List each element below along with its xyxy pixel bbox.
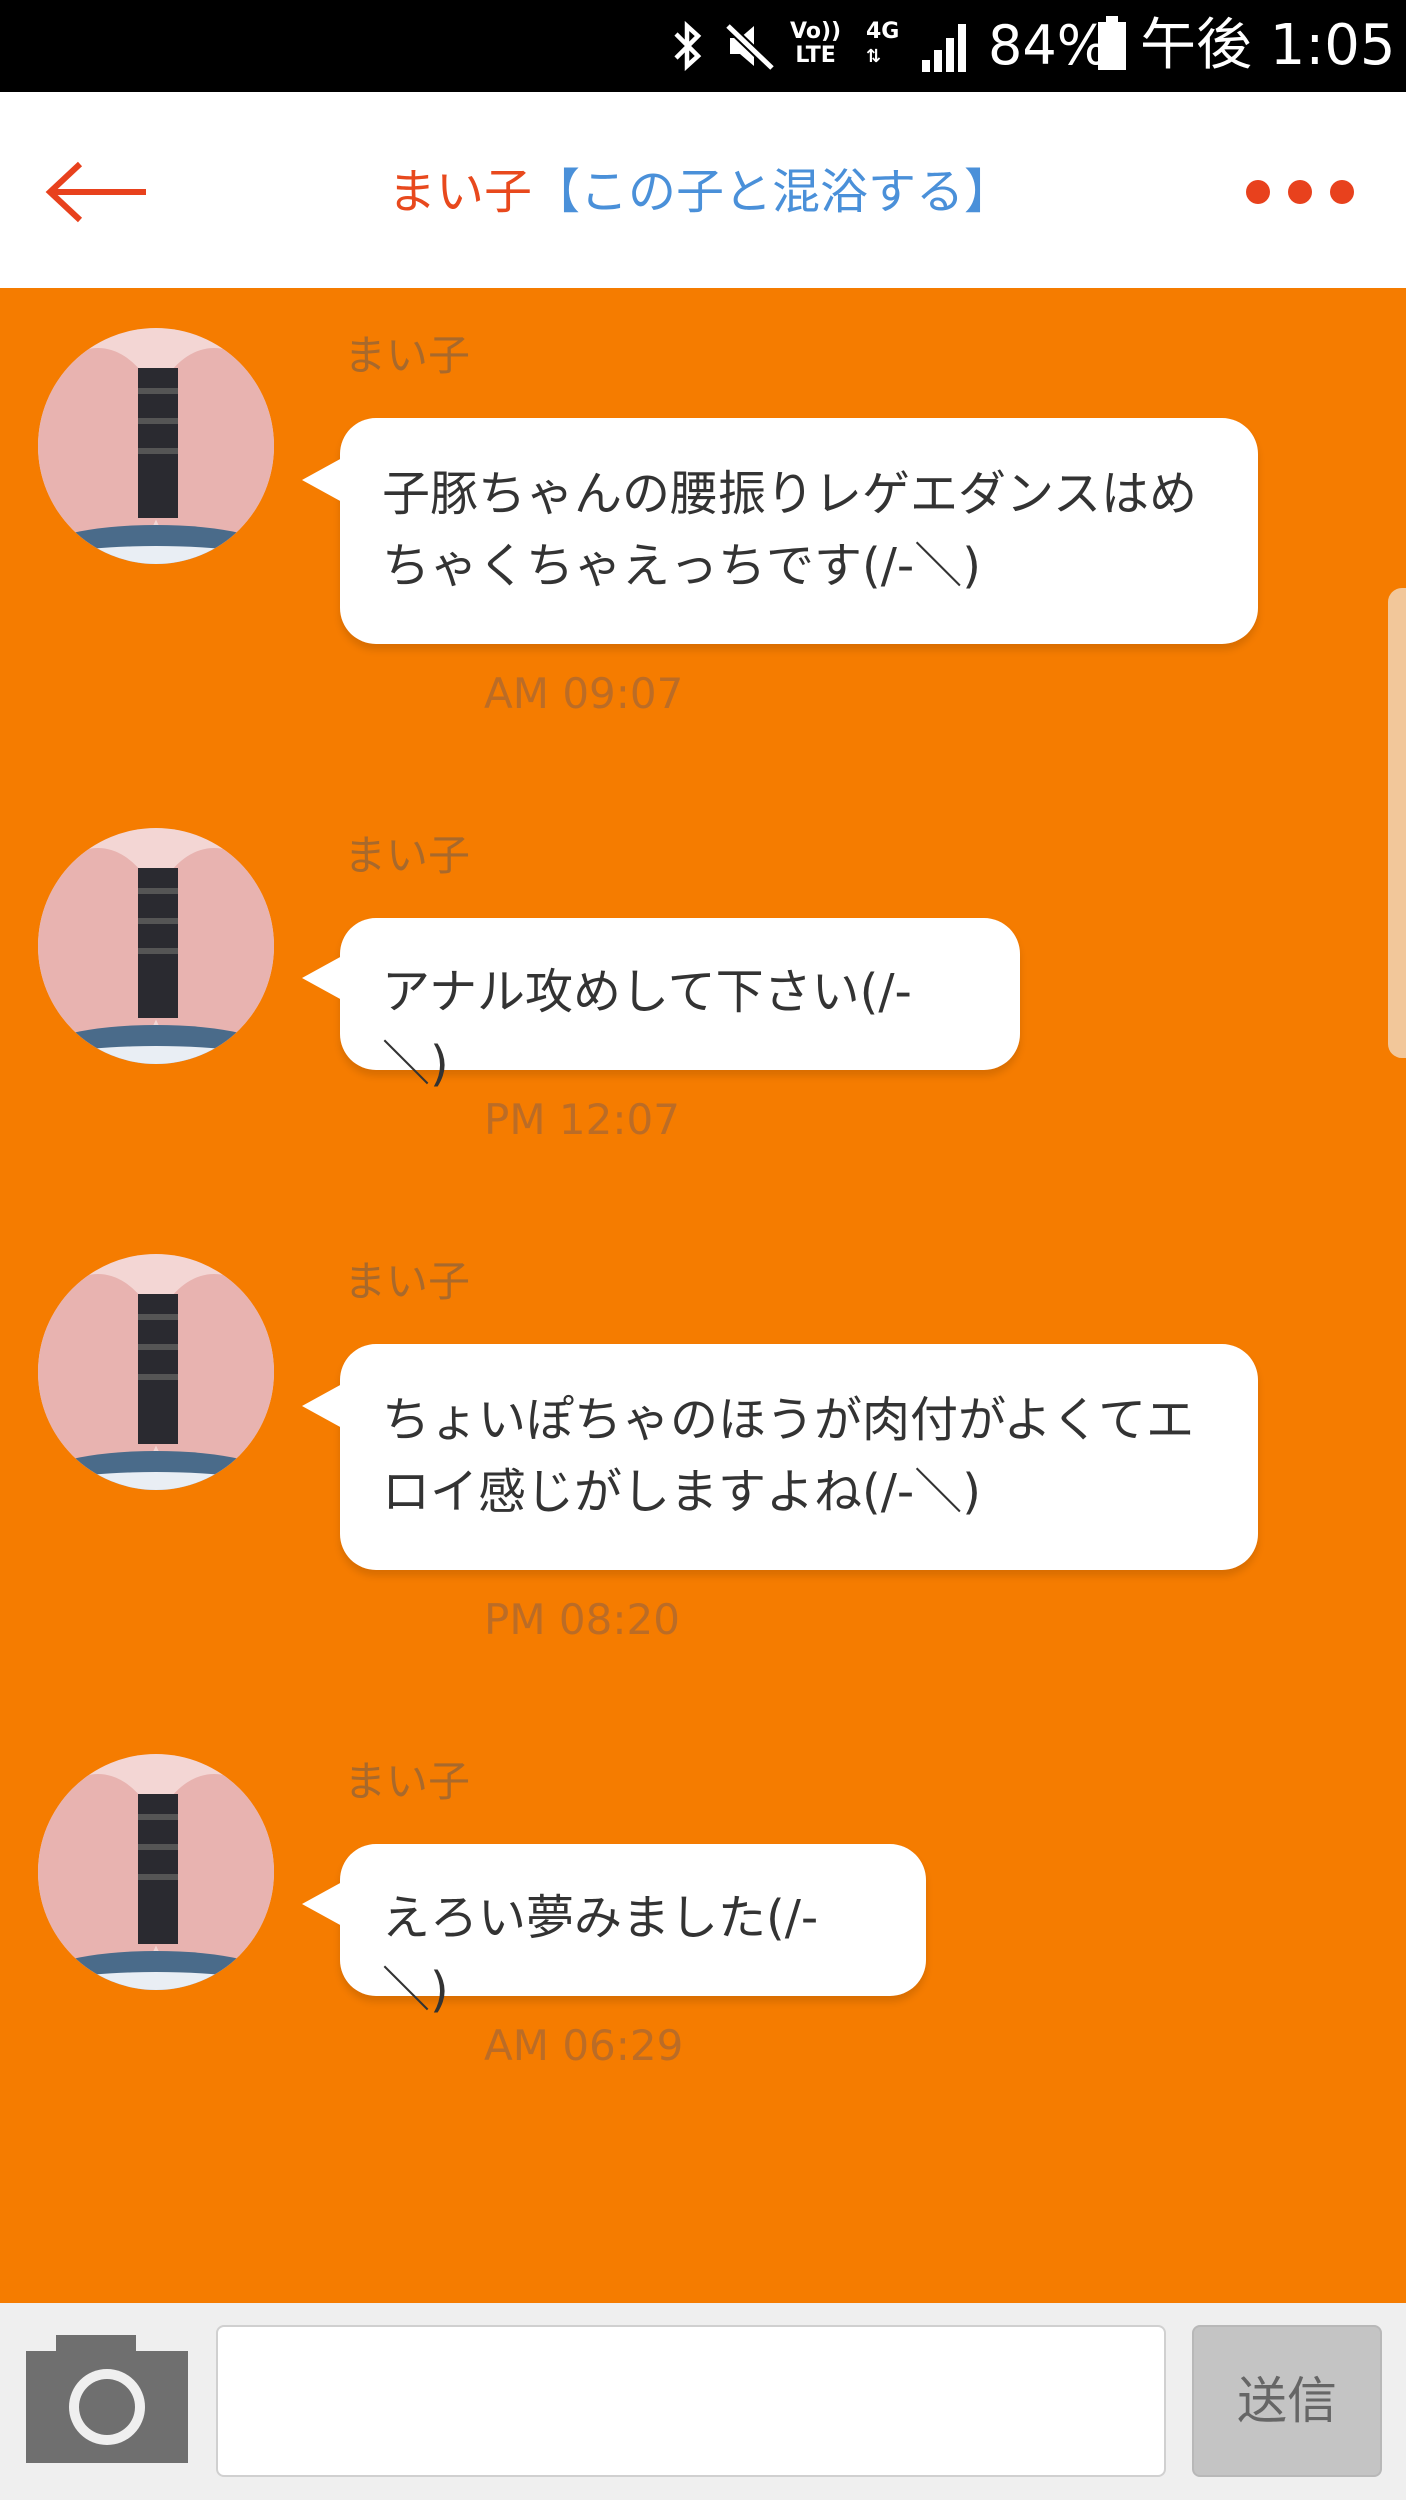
- camera-icon: [26, 2335, 188, 2463]
- volte-icon: Vo)) LTE: [790, 19, 842, 68]
- arrow-left-icon: [45, 161, 146, 223]
- message-bubble: えろい夢みました(/-＼): [302, 1844, 926, 2018]
- message-time: AM 06:29: [484, 2021, 684, 2070]
- sender-name: まい子: [344, 1257, 471, 1306]
- page-title: まい子【この子と混浴する】: [300, 152, 1100, 232]
- bluetooth-icon: [674, 20, 702, 72]
- message-text: えろい夢みました(/-＼): [382, 1890, 819, 2018]
- message-text: ちょいぽちゃのほうが肉付がよくてエロイ感じがしますよね(/-＼): [382, 1392, 1195, 1520]
- chat-area[interactable]: まい子 子豚ちゃんの腰振りレゲエダンスはめちゃくちゃえっちです(/-＼) AM …: [0, 288, 1406, 2303]
- battery-percent: 84%: [988, 14, 1109, 77]
- sender-name: まい子: [344, 331, 471, 380]
- message-input[interactable]: [216, 2325, 1166, 2477]
- status-bar: Vo)) LTE 4G ⇅ 84% 午後 1:05: [0, 0, 1406, 92]
- message-time: AM 09:07: [484, 669, 684, 718]
- message-time: PM 08:20: [484, 1595, 680, 1644]
- message-time: PM 12:07: [484, 1095, 680, 1144]
- mute-icon: [724, 22, 776, 72]
- contact-name: まい子: [387, 164, 532, 220]
- camera-button[interactable]: [26, 2335, 188, 2463]
- compose-bar: 送信: [0, 2303, 1406, 2500]
- avatar[interactable]: [38, 828, 274, 1064]
- message-bubble: アナル攻めして下さい(/-＼): [302, 918, 1020, 1092]
- back-button[interactable]: [40, 152, 160, 232]
- battery-icon: [1098, 16, 1126, 70]
- scrollbar[interactable]: [1388, 588, 1406, 1058]
- mixed-bath-link[interactable]: 【この子と混浴する】: [532, 164, 1012, 220]
- sender-name: まい子: [344, 831, 471, 880]
- message-text: アナル攻めして下さい(/-＼): [382, 964, 912, 1092]
- avatar[interactable]: [38, 1754, 274, 1990]
- 4g-icon: 4G ⇅: [866, 19, 900, 68]
- message-bubble: ちょいぽちゃのほうが肉付がよくてエロイ感じがしますよね(/-＼): [302, 1344, 1258, 1570]
- clock: 午後 1:05: [1140, 13, 1396, 78]
- avatar[interactable]: [38, 328, 274, 564]
- more-button[interactable]: [1236, 162, 1366, 222]
- avatar[interactable]: [38, 1254, 274, 1490]
- sender-name: まい子: [344, 1757, 471, 1806]
- chat-header: まい子【この子と混浴する】: [0, 92, 1406, 288]
- signal-icon: [922, 24, 966, 72]
- message-text: 子豚ちゃんの腰振りレゲエダンスはめちゃくちゃえっちです(/-＼): [382, 466, 1198, 594]
- message-bubble: 子豚ちゃんの腰振りレゲエダンスはめちゃくちゃえっちです(/-＼): [302, 418, 1258, 644]
- send-button[interactable]: 送信: [1192, 2325, 1382, 2477]
